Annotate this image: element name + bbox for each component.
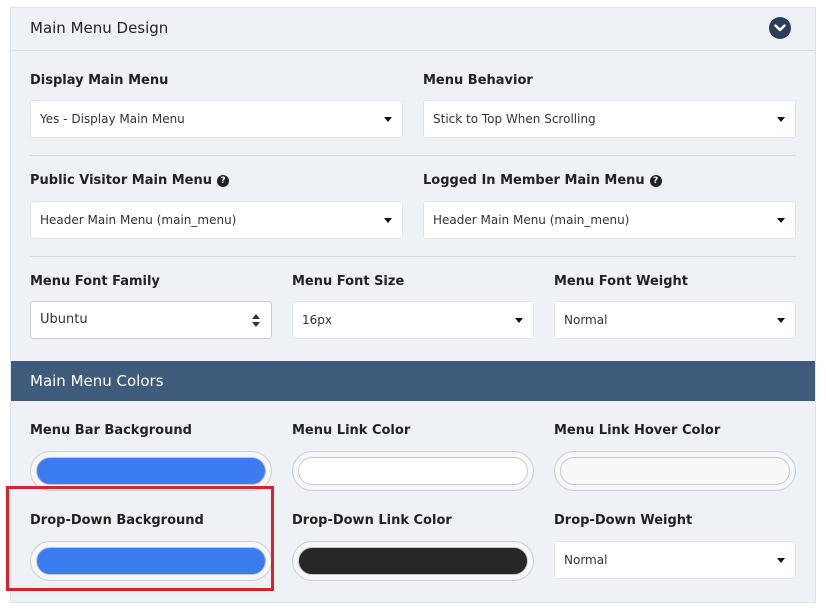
display-main-menu-value: Yes - Display Main Menu xyxy=(40,112,185,126)
dropdown-weight-label: Drop-Down Weight xyxy=(554,513,693,528)
panel-title: Main Menu Design xyxy=(30,19,169,37)
display-main-menu-select[interactable]: Yes - Display Main Menu xyxy=(30,100,403,138)
chevron-down-icon xyxy=(777,318,785,323)
dropdown-link-color-swatch[interactable] xyxy=(292,541,534,581)
public-visitor-menu-label: Public Visitor Main Menu? xyxy=(30,173,230,188)
section-title: Main Menu Colors xyxy=(30,372,164,390)
row-divider xyxy=(30,155,796,156)
font-weight-select[interactable]: Normal xyxy=(554,301,796,339)
menu-bar-background-swatch[interactable] xyxy=(30,451,272,491)
font-family-value: Ubuntu xyxy=(40,312,88,327)
highlight-box xyxy=(6,486,274,591)
menu-behavior-label: Menu Behavior xyxy=(423,73,533,88)
logged-in-menu-select[interactable]: Header Main Menu (main_menu) xyxy=(423,201,796,239)
chevron-down-icon xyxy=(384,218,392,223)
dropdown-weight-value: Normal xyxy=(564,553,608,567)
color-fill xyxy=(298,457,528,485)
menu-link-color-swatch[interactable] xyxy=(292,451,534,491)
font-family-label: Menu Font Family xyxy=(30,274,160,289)
chevron-down-icon xyxy=(777,218,785,223)
font-weight-value: Normal xyxy=(564,313,608,327)
question-circle-icon[interactable]: ? xyxy=(217,175,230,187)
color-fill xyxy=(298,547,528,575)
display-main-menu-label: Display Main Menu xyxy=(30,73,169,88)
dropdown-link-color-label: Drop-Down Link Color xyxy=(292,513,452,528)
font-size-select[interactable]: 16px xyxy=(292,301,534,339)
dropdown-weight-select[interactable]: Normal xyxy=(554,541,796,579)
menu-link-hover-color-swatch[interactable] xyxy=(554,451,796,491)
color-fill xyxy=(560,457,790,485)
chevron-down-icon xyxy=(515,318,523,323)
menu-behavior-value: Stick to Top When Scrolling xyxy=(433,112,596,126)
up-down-arrows-icon xyxy=(252,314,260,328)
header-divider xyxy=(11,50,815,51)
chevron-down-icon xyxy=(777,117,785,122)
collapse-button[interactable] xyxy=(769,17,791,39)
public-visitor-menu-value: Header Main Menu (main_menu) xyxy=(40,213,237,227)
menu-behavior-select[interactable]: Stick to Top When Scrolling xyxy=(423,100,796,138)
color-fill xyxy=(36,457,266,485)
menu-link-hover-color-label: Menu Link Hover Color xyxy=(554,423,721,438)
public-visitor-menu-select[interactable]: Header Main Menu (main_menu) xyxy=(30,201,403,239)
chevron-down-icon xyxy=(777,558,785,563)
question-circle-icon[interactable]: ? xyxy=(649,175,662,187)
font-size-value: 16px xyxy=(302,313,332,327)
logged-in-menu-label-text: Logged In Member Main Menu xyxy=(423,173,645,188)
chevron-down-icon xyxy=(774,24,786,32)
font-family-select[interactable]: Ubuntu xyxy=(30,301,272,339)
font-size-label: Menu Font Size xyxy=(292,274,405,289)
row-divider xyxy=(30,256,796,257)
public-visitor-menu-label-text: Public Visitor Main Menu xyxy=(30,173,213,188)
menu-bar-background-label: Menu Bar Background xyxy=(30,423,192,438)
logged-in-menu-label: Logged In Member Main Menu? xyxy=(423,173,662,188)
logged-in-menu-value: Header Main Menu (main_menu) xyxy=(433,213,630,227)
main-menu-colors-bar: Main Menu Colors xyxy=(11,361,815,401)
chevron-down-icon xyxy=(384,117,392,122)
menu-link-color-label: Menu Link Color xyxy=(292,423,411,438)
font-weight-label: Menu Font Weight xyxy=(554,274,688,289)
panel-header[interactable]: Main Menu Design xyxy=(11,8,815,50)
